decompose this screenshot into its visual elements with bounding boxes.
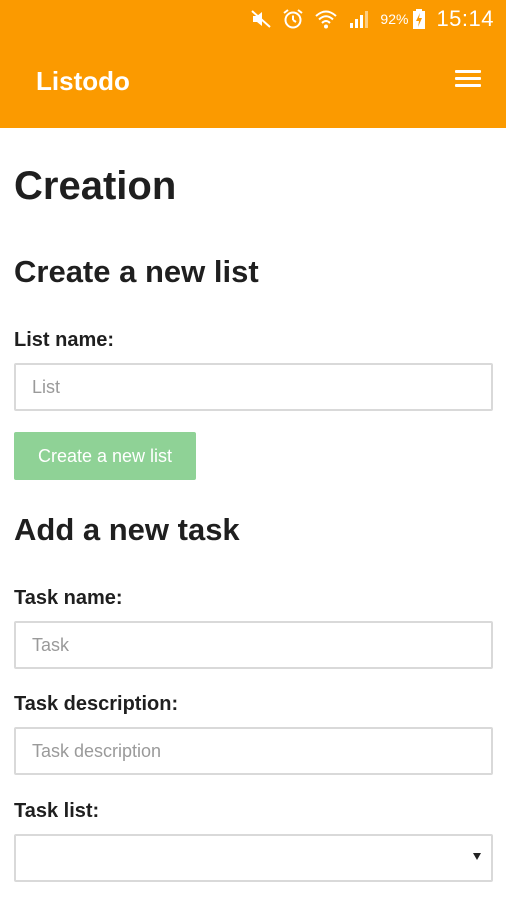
- hamburger-menu-icon[interactable]: [454, 66, 482, 94]
- dropdown-arrow-icon: [473, 853, 481, 860]
- alarm-icon: [283, 9, 304, 29]
- menu-line: [455, 70, 481, 73]
- add-task-heading: Add a new task: [14, 512, 240, 547]
- mute-icon: [251, 10, 272, 28]
- app-bar: Listodo: [0, 38, 506, 128]
- status-icons: 92% 15:14: [250, 4, 494, 34]
- list-name-label: List name:: [14, 329, 115, 351]
- create-list-heading: Create a new list: [14, 254, 259, 289]
- task-name-label: Task name:: [14, 587, 123, 609]
- page-title: Creation: [14, 164, 177, 208]
- battery-charging-icon: [413, 9, 426, 29]
- wifi-icon: [315, 10, 338, 29]
- menu-line: [455, 84, 481, 87]
- signal-icon: [350, 11, 369, 28]
- task-description-input[interactable]: [14, 727, 493, 775]
- task-name-input[interactable]: [14, 621, 493, 669]
- battery-percent: 92%: [380, 11, 409, 27]
- task-list-label: Task list:: [14, 800, 100, 822]
- menu-line: [455, 77, 481, 80]
- create-list-button[interactable]: Create a new list: [14, 432, 196, 480]
- status-bar: 92% 15:14: [0, 0, 506, 38]
- status-time: 15:14: [436, 6, 494, 31]
- list-name-input[interactable]: [14, 363, 493, 411]
- app-title: Listodo: [36, 66, 130, 96]
- task-list-select[interactable]: [14, 834, 493, 882]
- task-description-label: Task description:: [14, 693, 179, 715]
